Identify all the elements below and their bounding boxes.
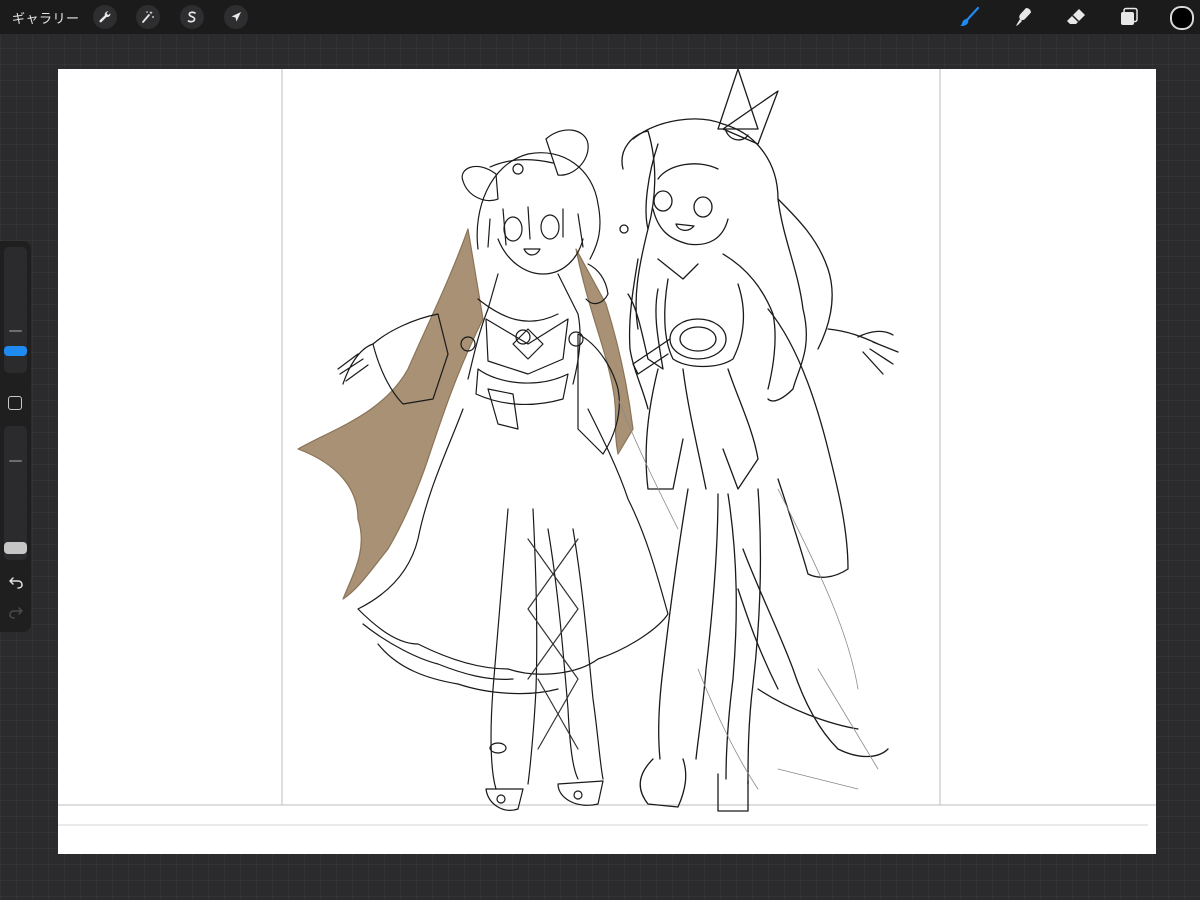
undo-button[interactable] <box>7 573 25 591</box>
selection-s-icon <box>187 11 196 23</box>
eraser-tool-button[interactable] <box>1063 5 1089 29</box>
selection-button[interactable] <box>180 5 204 29</box>
undo-arrow-icon <box>9 577 23 589</box>
adjustments-button[interactable] <box>136 5 160 29</box>
right-character <box>617 68 899 812</box>
line-art-drawing <box>58 68 1156 826</box>
actions-button[interactable] <box>93 5 117 29</box>
smudge-tool-button[interactable] <box>1010 5 1036 29</box>
opacity-slider[interactable] <box>4 426 27 560</box>
layers-icon <box>1121 7 1138 25</box>
transform-button[interactable] <box>224 5 248 29</box>
left-character <box>297 129 669 811</box>
drawing-canvas[interactable] <box>58 68 1156 854</box>
slider-tick <box>9 330 22 332</box>
brush-size-thumb[interactable] <box>4 345 27 356</box>
redo-arrow-icon <box>9 607 23 619</box>
wrench-icon <box>99 11 111 23</box>
brush-size-slider[interactable] <box>4 247 27 373</box>
eraser-icon <box>1067 9 1085 24</box>
redo-button[interactable] <box>7 603 25 621</box>
layers-button[interactable] <box>1116 5 1142 29</box>
gallery-button[interactable]: ギャラリー <box>12 8 80 27</box>
color-picker-button[interactable] <box>1170 6 1194 30</box>
brush-icon <box>960 6 980 27</box>
top-toolbar: ギャラリー <box>0 0 1200 34</box>
arrow-cursor-icon <box>231 12 241 22</box>
modify-button[interactable] <box>8 396 22 410</box>
magic-wand-icon <box>142 11 154 23</box>
opacity-thumb[interactable] <box>4 541 27 554</box>
left-sidebar <box>0 241 31 632</box>
brush-tool-button[interactable] <box>956 5 982 29</box>
slider-tick <box>9 460 22 462</box>
smudge-finger-icon <box>1016 8 1031 26</box>
